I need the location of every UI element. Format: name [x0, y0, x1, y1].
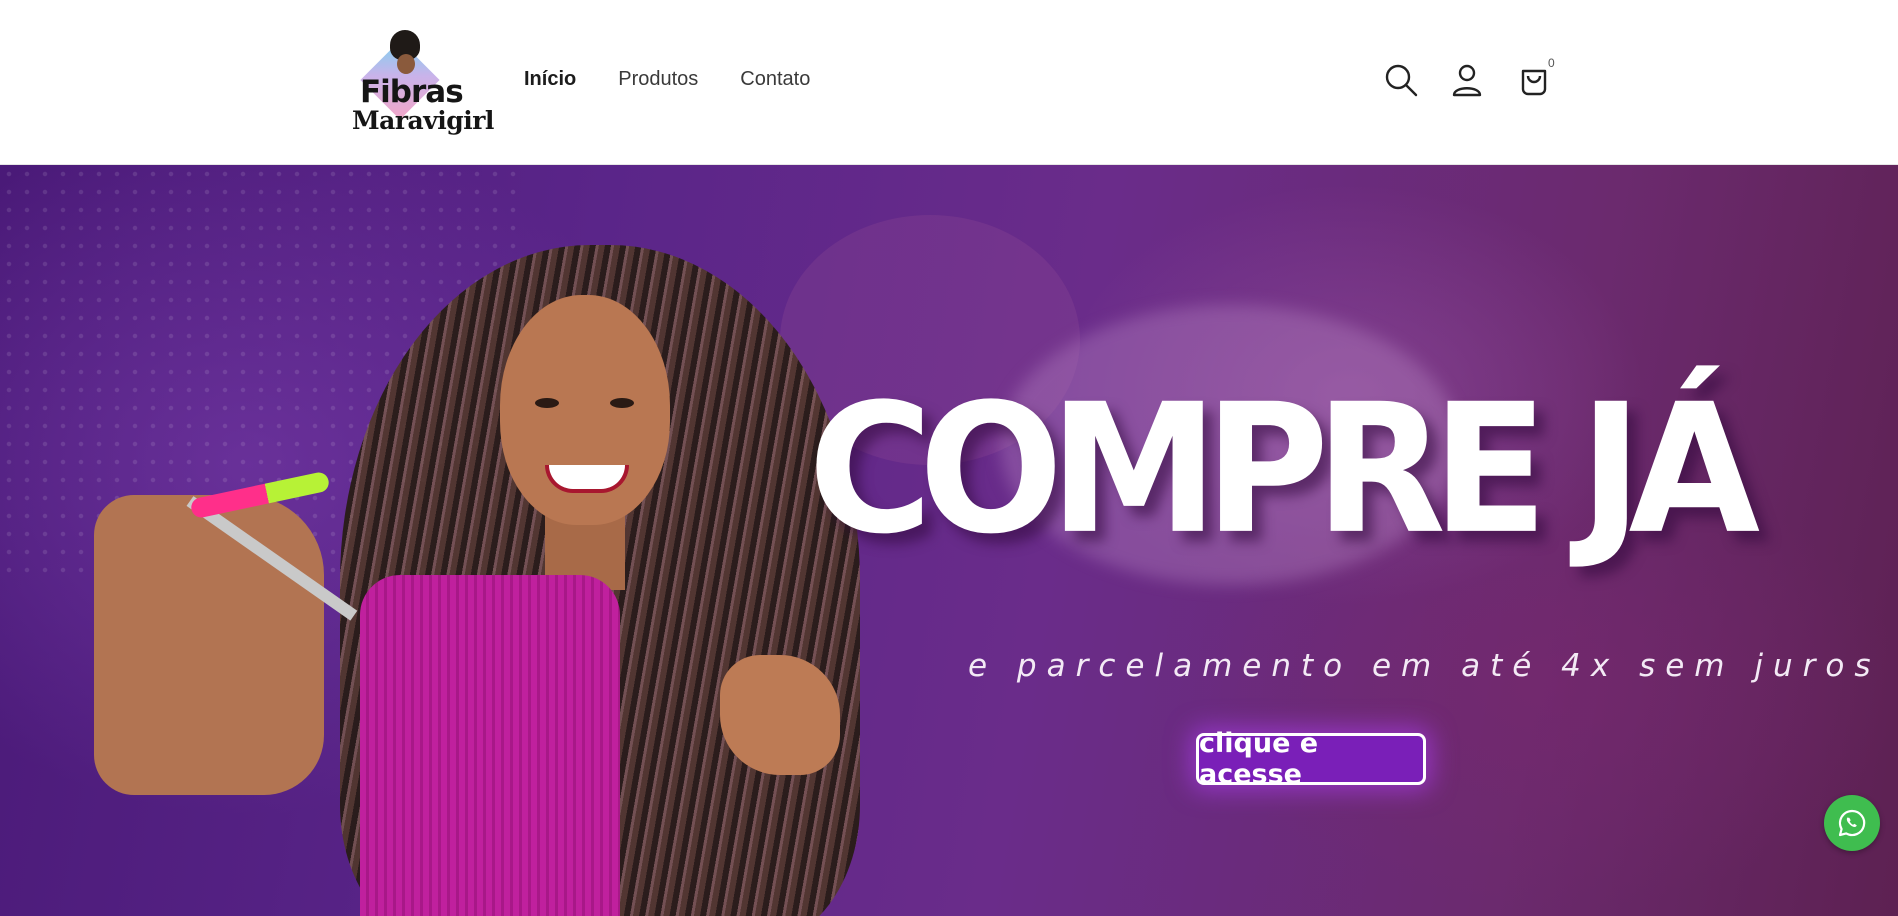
- hero-subline: e parcelamento em até 4x sem juros: [968, 648, 1881, 684]
- nav-item-produtos[interactable]: Produtos: [618, 68, 698, 91]
- whatsapp-button[interactable]: [1824, 795, 1880, 851]
- model-eye: [610, 398, 634, 408]
- whatsapp-icon: [1838, 809, 1866, 837]
- nav-item-contato[interactable]: Contato: [740, 68, 810, 91]
- site-header: Fibras Maravigirl Início Produtos Contat…: [0, 0, 1898, 165]
- logo[interactable]: Fibras Maravigirl: [350, 26, 494, 136]
- model-top: [360, 575, 620, 916]
- account-icon[interactable]: [1449, 62, 1485, 98]
- hero-banner[interactable]: COMPRE JÁ e parcelamento em até 4x sem j…: [0, 165, 1898, 916]
- nav-item-inicio[interactable]: Início: [524, 68, 576, 91]
- cta-button[interactable]: clique e acesse: [1196, 728, 1426, 790]
- hero-headline: COMPRE JÁ: [808, 366, 1760, 574]
- model-eye: [535, 398, 559, 408]
- model-arm: [94, 495, 324, 795]
- logo-text-line2: Maravigirl: [352, 106, 494, 135]
- main-nav: Início Produtos Contato: [524, 68, 810, 91]
- thumbs-up-hand: [720, 655, 840, 775]
- logo-text-line1: Fibras: [360, 74, 464, 110]
- cart-icon[interactable]: [1516, 62, 1552, 98]
- cart-count-badge: 0: [1548, 56, 1555, 70]
- logo-face: [397, 54, 415, 74]
- search-icon[interactable]: [1383, 62, 1419, 98]
